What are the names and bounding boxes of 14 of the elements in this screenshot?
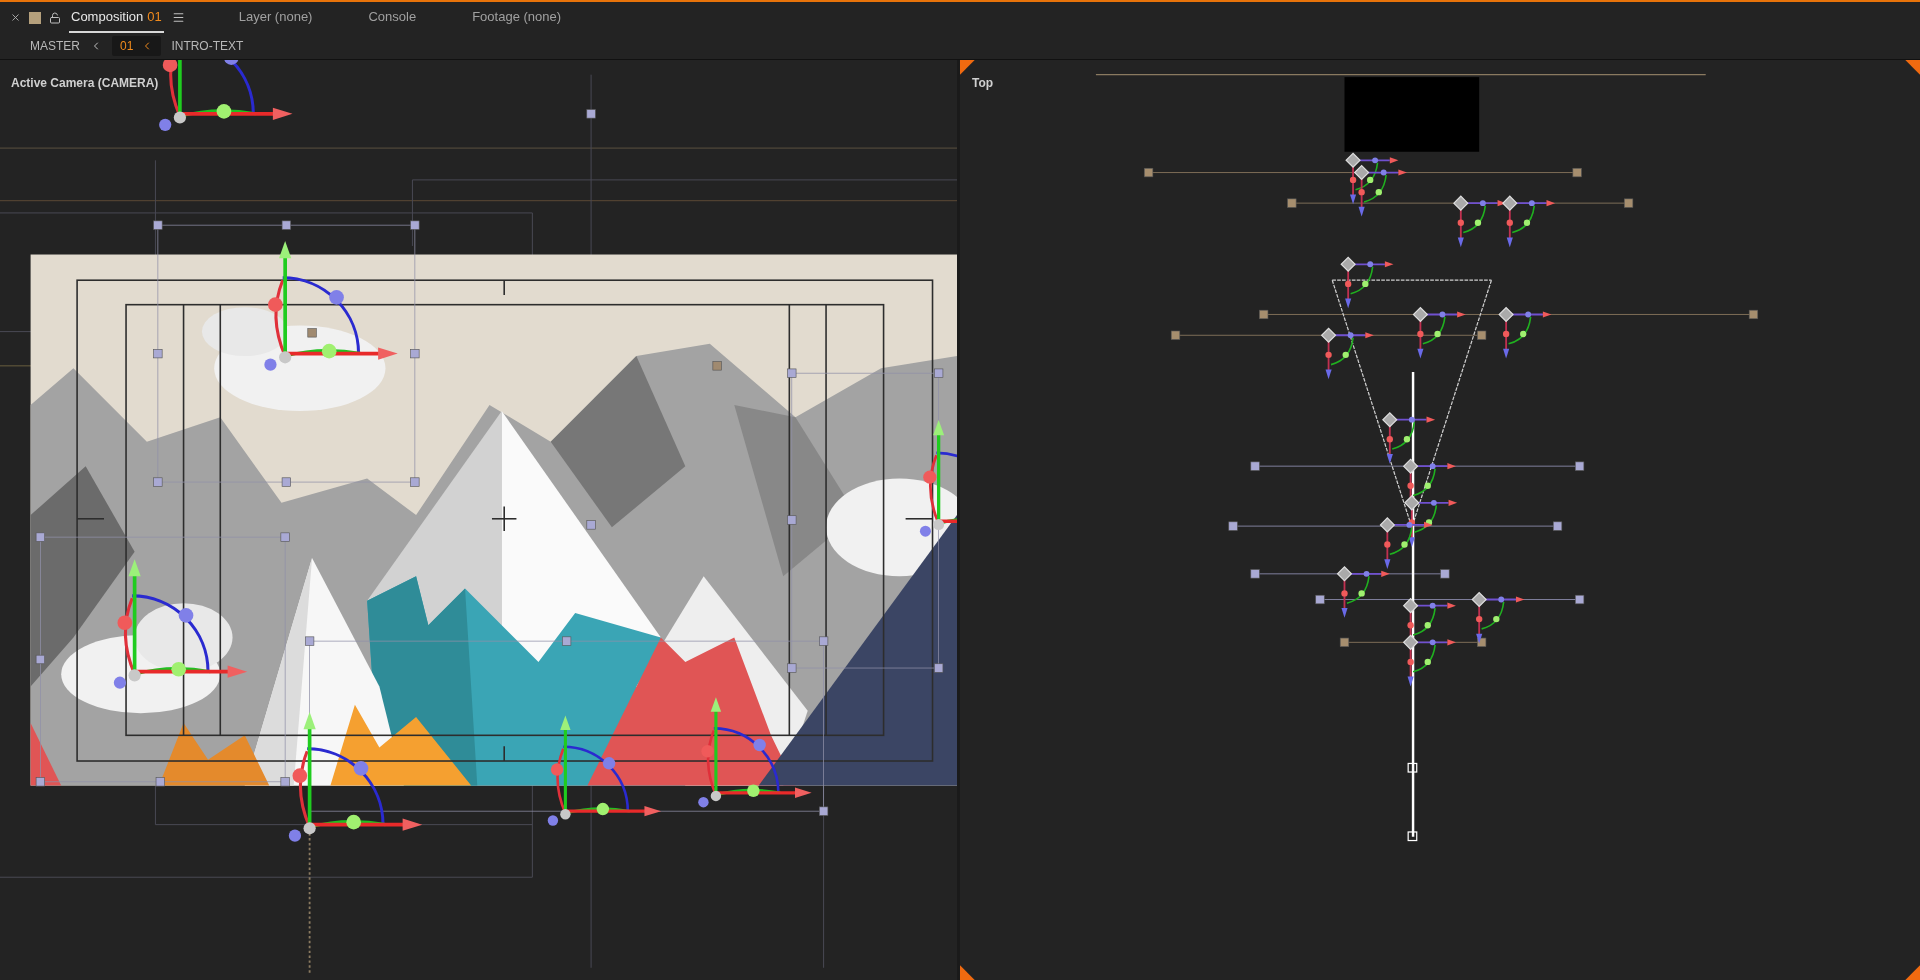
panel-tab[interactable]: Console xyxy=(366,2,419,33)
panel-tab[interactable]: Composition 01 xyxy=(69,2,164,33)
breadcrumb-label: 01 xyxy=(120,38,134,55)
breadcrumb-current[interactable]: 01 xyxy=(112,36,162,56)
viewport-label: Top xyxy=(972,75,994,92)
breadcrumb-item[interactable]: MASTER xyxy=(30,37,80,55)
breadcrumb-item[interactable]: INTRO-TEXT xyxy=(171,37,244,55)
menu-icon[interactable] xyxy=(171,11,185,24)
label-color-swatch[interactable] xyxy=(29,11,41,24)
panel-tab[interactable]: Footage (none) xyxy=(470,2,564,33)
viewport-label: Active Camera (CAMERA) xyxy=(11,75,159,92)
close-icon[interactable] xyxy=(10,12,21,23)
panel-tab[interactable]: Layer (none) xyxy=(236,2,315,33)
lock-icon[interactable] xyxy=(49,11,61,24)
